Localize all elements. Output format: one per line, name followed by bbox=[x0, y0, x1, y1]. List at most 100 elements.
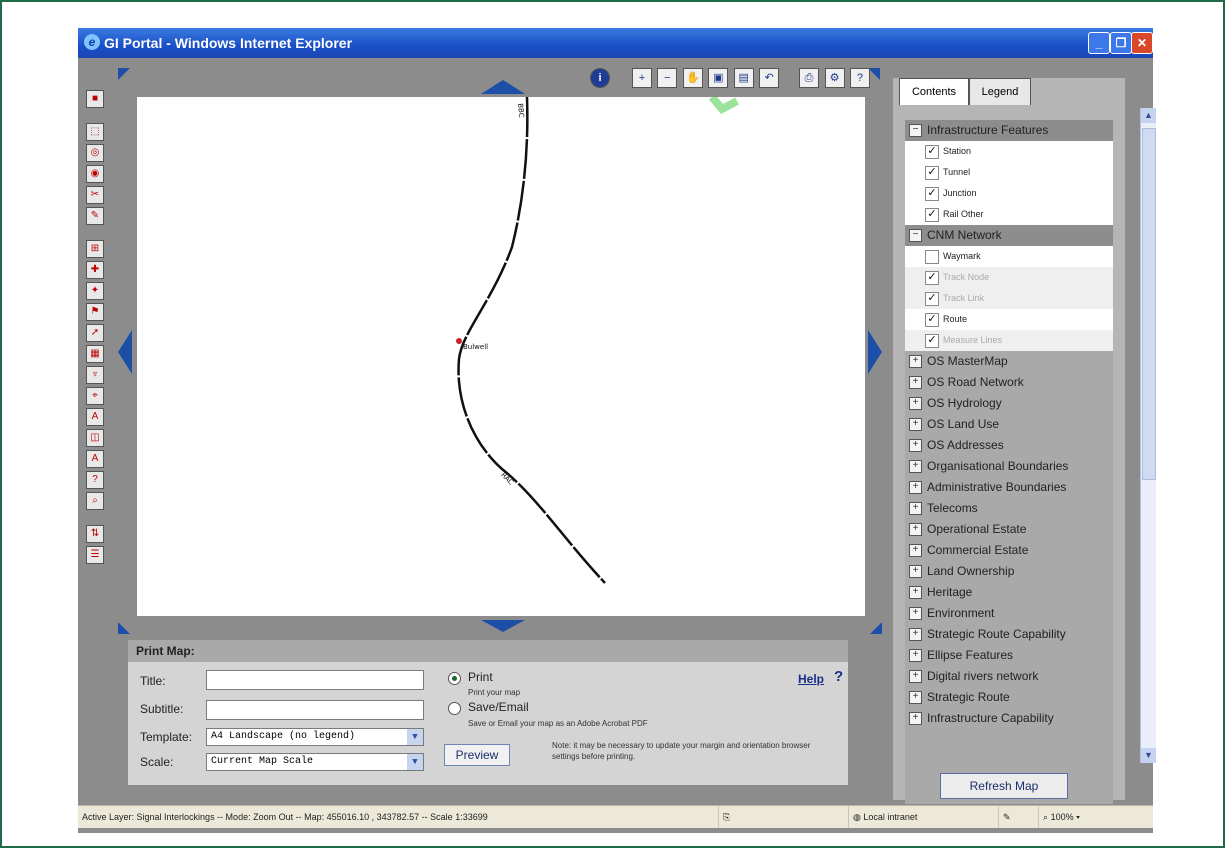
layer-checkbox[interactable]: ✓ bbox=[925, 166, 939, 180]
select-rectangle-icon[interactable]: ⬚ bbox=[86, 123, 104, 141]
scroll-up-icon[interactable]: ▲ bbox=[1141, 108, 1156, 123]
layer-group[interactable]: + Land Ownership bbox=[905, 561, 1113, 582]
preview-button[interactable]: Preview bbox=[444, 744, 510, 766]
pan-east-icon[interactable] bbox=[868, 330, 882, 374]
station-marker[interactable] bbox=[456, 338, 462, 344]
layer-item[interactable]: ✓ Station bbox=[905, 141, 1113, 162]
layer-group[interactable]: + Ellipse Features bbox=[905, 645, 1113, 666]
expand-icon[interactable]: + bbox=[909, 502, 922, 515]
scroll-down-icon[interactable]: ▼ bbox=[1141, 748, 1156, 763]
overview-icon[interactable]: ◫ bbox=[86, 429, 104, 447]
flag-icon[interactable]: ⚑ bbox=[86, 303, 104, 321]
corner-arrow-icon[interactable] bbox=[118, 622, 130, 634]
identify-icon[interactable]: ◉ bbox=[86, 165, 104, 183]
help-icon[interactable]: ? bbox=[834, 668, 843, 685]
info-icon[interactable]: i bbox=[590, 68, 610, 88]
layer-item[interactable]: Waymark bbox=[905, 246, 1113, 267]
layer-group[interactable]: + Heritage bbox=[905, 582, 1113, 603]
add-point-icon[interactable]: ✚ bbox=[86, 261, 104, 279]
zoom-full-icon[interactable]: ▣ bbox=[708, 68, 729, 88]
text-label-icon[interactable]: A bbox=[86, 450, 104, 468]
close-button[interactable]: ✕ bbox=[1131, 32, 1153, 54]
corner-arrow-icon[interactable] bbox=[118, 68, 130, 80]
scale-select[interactable]: Current Map Scale ▼ bbox=[206, 753, 424, 771]
layer-group[interactable]: + OS Road Network bbox=[905, 372, 1113, 393]
help-icon[interactable]: ? bbox=[849, 68, 870, 88]
tab-contents[interactable]: Contents bbox=[899, 78, 969, 105]
layer-checkbox[interactable]: ✓ bbox=[925, 208, 939, 222]
tab-legend[interactable]: Legend bbox=[969, 78, 1031, 105]
pan-hand-icon[interactable]: ✋ bbox=[682, 68, 703, 88]
pan-west-icon[interactable] bbox=[118, 330, 132, 374]
layer-checkbox[interactable]: ✓ bbox=[925, 313, 939, 327]
layer-checkbox[interactable]: ✓ bbox=[925, 292, 939, 306]
expand-icon[interactable]: + bbox=[909, 460, 922, 473]
expand-icon[interactable]: + bbox=[909, 628, 922, 641]
expand-icon[interactable]: + bbox=[909, 607, 922, 620]
expand-icon[interactable]: + bbox=[909, 712, 922, 725]
sort-az-icon[interactable]: A bbox=[86, 408, 104, 426]
add-line-icon[interactable]: ✦ bbox=[86, 282, 104, 300]
layer-group[interactable]: + Commercial Estate bbox=[905, 540, 1113, 561]
report-icon[interactable]: ▦ bbox=[86, 345, 104, 363]
layer-group[interactable]: + Digital rivers network bbox=[905, 666, 1113, 687]
pan-south-icon[interactable] bbox=[481, 620, 525, 632]
zoom-layer-icon[interactable]: ▤ bbox=[733, 68, 754, 88]
table-icon[interactable]: ☰ bbox=[86, 546, 104, 564]
expand-icon[interactable]: + bbox=[909, 355, 922, 368]
layer-group[interactable]: − Infrastructure Features bbox=[905, 120, 1113, 141]
subtitle-input[interactable] bbox=[206, 700, 424, 720]
layer-group[interactable]: + Operational Estate bbox=[905, 519, 1113, 540]
layer-item[interactable]: ✓ Route bbox=[905, 309, 1113, 330]
template-select[interactable]: A4 Landscape (no legend) ▼ bbox=[206, 728, 424, 746]
layer-checkbox[interactable]: ✓ bbox=[925, 187, 939, 201]
print-radio[interactable] bbox=[448, 672, 461, 685]
measure-icon[interactable]: ✂ bbox=[86, 186, 104, 204]
help-link[interactable]: Help bbox=[798, 672, 824, 686]
pan-north-icon[interactable] bbox=[481, 80, 525, 94]
expand-icon[interactable]: + bbox=[909, 481, 922, 494]
layer-group[interactable]: + Environment bbox=[905, 603, 1113, 624]
chart-icon[interactable]: ♆ bbox=[86, 366, 104, 384]
binoculars-icon[interactable]: ⌖ bbox=[86, 387, 104, 405]
expand-icon[interactable]: + bbox=[909, 544, 922, 557]
layer-group[interactable]: + Infrastructure Capability bbox=[905, 708, 1113, 729]
title-input[interactable] bbox=[206, 670, 424, 690]
layer-group[interactable]: + Administrative Boundaries bbox=[905, 477, 1113, 498]
layer-group[interactable]: + OS Hydrology bbox=[905, 393, 1113, 414]
page-scrollbar[interactable]: ▲ ▼ bbox=[1140, 108, 1156, 763]
query-icon[interactable]: ? bbox=[86, 471, 104, 489]
expand-icon[interactable]: + bbox=[909, 649, 922, 662]
chevron-down-icon[interactable]: ▼ bbox=[407, 729, 423, 745]
expand-icon[interactable]: + bbox=[909, 397, 922, 410]
corner-arrow-icon[interactable] bbox=[870, 622, 882, 634]
expand-icon[interactable]: + bbox=[909, 418, 922, 431]
eraser-icon[interactable]: ✎ bbox=[86, 207, 104, 225]
layer-item[interactable]: ✓ Measure Lines bbox=[905, 330, 1113, 351]
expand-icon[interactable]: + bbox=[909, 565, 922, 578]
expand-icon[interactable]: + bbox=[909, 523, 922, 536]
layer-group[interactable]: + Telecoms bbox=[905, 498, 1113, 519]
save-radio[interactable] bbox=[448, 702, 461, 715]
coordinates-icon[interactable]: ⇅ bbox=[86, 525, 104, 543]
maximize-button[interactable]: ❐ bbox=[1110, 32, 1132, 54]
zoom-indicator[interactable]: ⌕ 100% ▾ bbox=[1038, 806, 1123, 828]
zoom-in-icon[interactable]: + bbox=[631, 68, 652, 88]
layer-group[interactable]: + Strategic Route bbox=[905, 687, 1113, 708]
layer-checkbox[interactable] bbox=[925, 250, 939, 264]
zoom-out-icon[interactable]: − bbox=[657, 68, 678, 88]
layer-group[interactable]: + OS Addresses bbox=[905, 435, 1113, 456]
zoom-previous-icon[interactable]: ↶ bbox=[759, 68, 780, 88]
expand-icon[interactable]: + bbox=[909, 691, 922, 704]
layer-toggle-icon[interactable]: ■ bbox=[86, 90, 104, 108]
expand-icon[interactable]: + bbox=[909, 670, 922, 683]
chevron-down-icon[interactable]: ▼ bbox=[407, 754, 423, 770]
layer-checkbox[interactable]: ✓ bbox=[925, 271, 939, 285]
layer-item[interactable]: ✓ Track Link bbox=[905, 288, 1113, 309]
scroll-thumb[interactable] bbox=[1142, 128, 1156, 480]
chevron-down-icon[interactable]: ▾ bbox=[1076, 812, 1080, 822]
layer-item[interactable]: ✓ Track Node bbox=[905, 267, 1113, 288]
layer-group[interactable]: + Organisational Boundaries bbox=[905, 456, 1113, 477]
select-point-icon[interactable]: ◎ bbox=[86, 144, 104, 162]
collapse-icon[interactable]: − bbox=[909, 229, 922, 242]
